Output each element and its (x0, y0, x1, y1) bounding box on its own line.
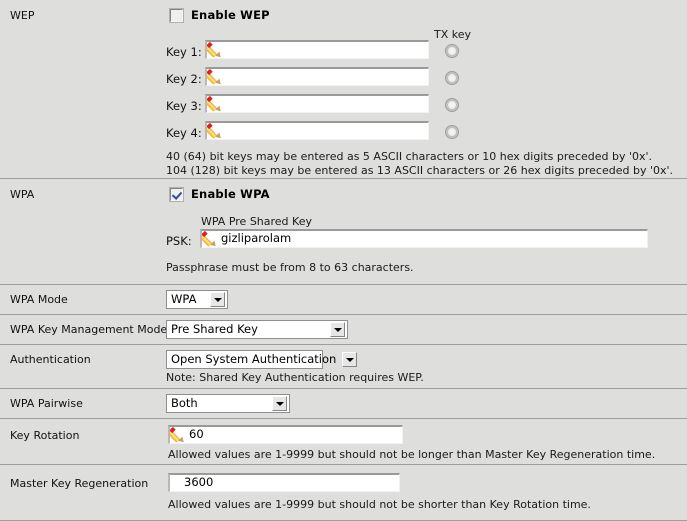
section-wpa-pairwise: WPA Pairwise Both (0, 389, 687, 419)
key-rotation-help: Allowed values are 1-9999 but should not… (168, 448, 656, 461)
enable-wpa-label: Enable WPA (191, 187, 270, 201)
tx-key-header: TX key (434, 28, 472, 41)
wpa-mode-select[interactable]: WPA (166, 290, 228, 309)
section-wpa: WPA Enable WPA WPA Pre Shared Key PSK: g… (0, 179, 687, 285)
wpa-pairwise-value: Both (171, 395, 198, 410)
tx-key-radio-2[interactable] (445, 71, 459, 85)
chevron-down-icon[interactable] (272, 396, 287, 411)
pencil-icon (207, 96, 223, 112)
label-wpa-key-management: WPA Key Management Mode (10, 323, 168, 336)
section-wpa-mode: WPA Mode WPA (0, 285, 687, 315)
label-master-key-regeneration: Master Key Regeneration (10, 477, 149, 490)
section-key-rotation: Key Rotation 60 Allowed values are 1-999… (0, 419, 687, 465)
key-4-label: Key 4: (166, 126, 202, 140)
tx-key-radio-4[interactable] (445, 125, 459, 139)
wpa-help: Passphrase must be from 8 to 63 characte… (166, 261, 414, 274)
section-wep: WEP Enable WEP TX key Key 1: Key 2: Key … (0, 0, 687, 179)
chevron-down-icon[interactable] (330, 322, 345, 337)
master-key-regeneration-help: Allowed values are 1-9999 but should not… (168, 498, 591, 511)
pencil-icon (170, 427, 186, 443)
key-rotation-input[interactable]: 60 (168, 425, 403, 444)
wpa-key-management-select[interactable]: Pre Shared Key (166, 320, 348, 339)
wep-help-line-2: 104 (128) bit keys may be entered as 13 … (166, 164, 674, 177)
psk-label: PSK: (166, 234, 192, 248)
pencil-icon (207, 69, 223, 85)
wpa-pairwise-select[interactable]: Both (166, 394, 290, 413)
section-wpa-key-management: WPA Key Management Mode Pre Shared Key (0, 315, 687, 345)
psk-input[interactable]: gizliparolam (200, 229, 648, 248)
section-master-key-regeneration: Master Key Regeneration 3600 Allowed val… (0, 465, 687, 521)
label-key-rotation: Key Rotation (10, 429, 80, 442)
pencil-icon (202, 231, 218, 247)
key-1-label: Key 1: (166, 45, 202, 59)
enable-wep-label: Enable WEP (191, 8, 270, 22)
pencil-icon (207, 123, 223, 139)
enable-wep-row[interactable]: Enable WEP (169, 7, 270, 23)
label-authentication: Authentication (10, 353, 91, 366)
key-rotation-value: 60 (189, 427, 204, 442)
label-wpa-mode: WPA Mode (10, 293, 68, 306)
authentication-note: Note: Shared Key Authentication requires… (166, 371, 424, 384)
wpa-mode-value: WPA (171, 291, 197, 306)
section-label-wep: WEP (10, 9, 35, 22)
tx-key-radio-3[interactable] (445, 98, 459, 112)
psk-value: gizliparolam (221, 231, 292, 246)
master-key-regeneration-value: 3600 (184, 475, 214, 490)
enable-wpa-row[interactable]: Enable WPA (169, 186, 270, 202)
key-4-input[interactable] (205, 121, 429, 140)
pencil-icon (207, 42, 223, 58)
section-authentication: Authentication Open System Authenticatio… (0, 345, 687, 389)
key-3-input[interactable] (205, 94, 429, 113)
chevron-down-icon[interactable] (342, 352, 358, 367)
key-2-label: Key 2: (166, 72, 202, 86)
wpa-psk-group-label: WPA Pre Shared Key (201, 215, 312, 228)
wireless-security-settings-page: WEP Enable WEP TX key Key 1: Key 2: Key … (0, 0, 687, 521)
key-1-input[interactable] (205, 40, 429, 59)
authentication-select[interactable]: Open System Authentication (166, 350, 358, 369)
wep-help-line-1: 40 (64) bit keys may be entered as 5 ASC… (166, 150, 653, 163)
label-wpa-pairwise: WPA Pairwise (10, 397, 83, 410)
section-label-wpa: WPA (10, 188, 35, 201)
key-2-input[interactable] (205, 67, 429, 86)
chevron-down-icon[interactable] (210, 292, 225, 307)
tx-key-radio-1[interactable] (445, 44, 459, 58)
key-3-label: Key 3: (166, 99, 202, 113)
enable-wep-checkbox[interactable] (169, 7, 184, 23)
wpa-key-management-value: Pre Shared Key (171, 321, 258, 336)
master-key-regeneration-input[interactable]: 3600 (168, 473, 400, 492)
enable-wpa-checkbox[interactable] (169, 186, 184, 202)
authentication-value: Open System Authentication (171, 351, 337, 366)
